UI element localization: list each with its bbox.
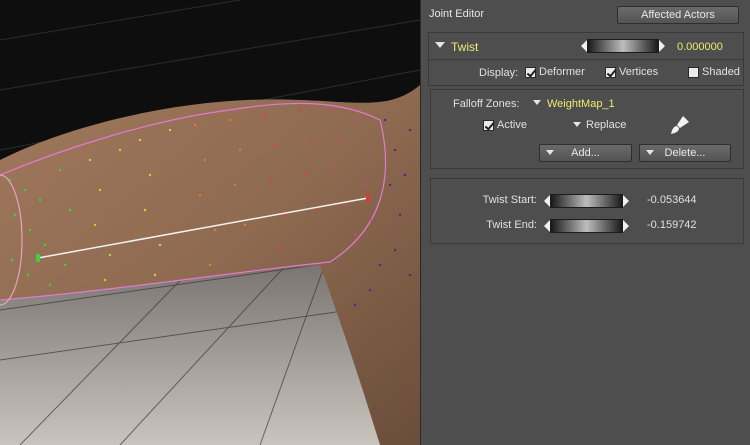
vertices-toggle[interactable]: Vertices xyxy=(605,66,658,78)
panel-title: Joint Editor xyxy=(429,8,485,20)
twist-end-value[interactable]: -0.159742 xyxy=(647,219,697,231)
replace-dropdown-icon[interactable] xyxy=(573,122,581,127)
twist-end-slider[interactable] xyxy=(550,219,623,233)
joint-editor-panel: Joint Editor Affected Actors Twist 0.000… xyxy=(420,0,750,445)
shaded-toggle[interactable]: Shaded xyxy=(688,66,740,78)
deformer-label: Deformer xyxy=(539,66,585,78)
deformer-checkbox[interactable] xyxy=(525,66,536,78)
add-button-label: Add... xyxy=(571,147,600,159)
twist-start-slider[interactable] xyxy=(550,194,623,208)
weightmap-dropdown-icon[interactable] xyxy=(533,100,541,105)
add-falloff-button[interactable]: Add... xyxy=(539,144,632,162)
twist-section: Twist 0.000000 Display: Deformer Vertice… xyxy=(428,32,744,86)
twist-header-label: Twist xyxy=(451,40,479,54)
bone-start-handle[interactable] xyxy=(36,254,40,262)
collapse-triangle-icon[interactable] xyxy=(435,42,445,48)
add-dropdown-icon xyxy=(546,150,554,155)
vertices-checkbox[interactable] xyxy=(605,66,616,78)
shaded-checkbox[interactable] xyxy=(688,66,699,78)
twist-range-section: Twist Start: -0.053644 Twist End: -0.159… xyxy=(430,178,744,244)
paint-brush-icon[interactable] xyxy=(669,114,691,136)
affected-actors-button[interactable]: Affected Actors xyxy=(617,6,739,24)
replace-select[interactable]: Replace xyxy=(586,119,626,131)
active-label: Active xyxy=(497,119,527,131)
active-toggle[interactable]: Active xyxy=(483,119,527,131)
viewport-scene[interactable] xyxy=(0,0,420,445)
twist-value[interactable]: 0.000000 xyxy=(677,41,723,53)
active-checkbox[interactable] xyxy=(483,119,494,131)
twist-slider-right-arrow-icon[interactable] xyxy=(659,40,665,52)
bone-end-handle[interactable] xyxy=(366,194,370,202)
twist-start-value[interactable]: -0.053644 xyxy=(647,194,697,206)
falloff-zones-label: Falloff Zones: xyxy=(453,98,520,110)
delete-falloff-button[interactable]: Delete... xyxy=(639,144,731,162)
twist-end-label: Twist End: xyxy=(486,219,537,231)
twist-end-right-arrow-icon[interactable] xyxy=(623,220,629,232)
3d-viewport[interactable] xyxy=(0,0,420,445)
twist-header[interactable]: Twist 0.000000 xyxy=(429,33,743,60)
twist-value-slider[interactable] xyxy=(587,39,659,53)
display-label: Display: xyxy=(479,67,519,79)
twist-start-right-arrow-icon[interactable] xyxy=(623,195,629,207)
delete-button-label: Delete... xyxy=(664,147,706,159)
delete-dropdown-icon xyxy=(646,150,654,155)
falloff-zones-section: Falloff Zones: WeightMap_1 Active Replac… xyxy=(430,89,744,169)
weightmap-select[interactable]: WeightMap_1 xyxy=(547,98,615,110)
deformer-toggle[interactable]: Deformer xyxy=(525,66,585,78)
shaded-label: Shaded xyxy=(702,66,740,78)
twist-start-label: Twist Start: xyxy=(482,194,537,206)
vertices-label: Vertices xyxy=(619,66,659,78)
